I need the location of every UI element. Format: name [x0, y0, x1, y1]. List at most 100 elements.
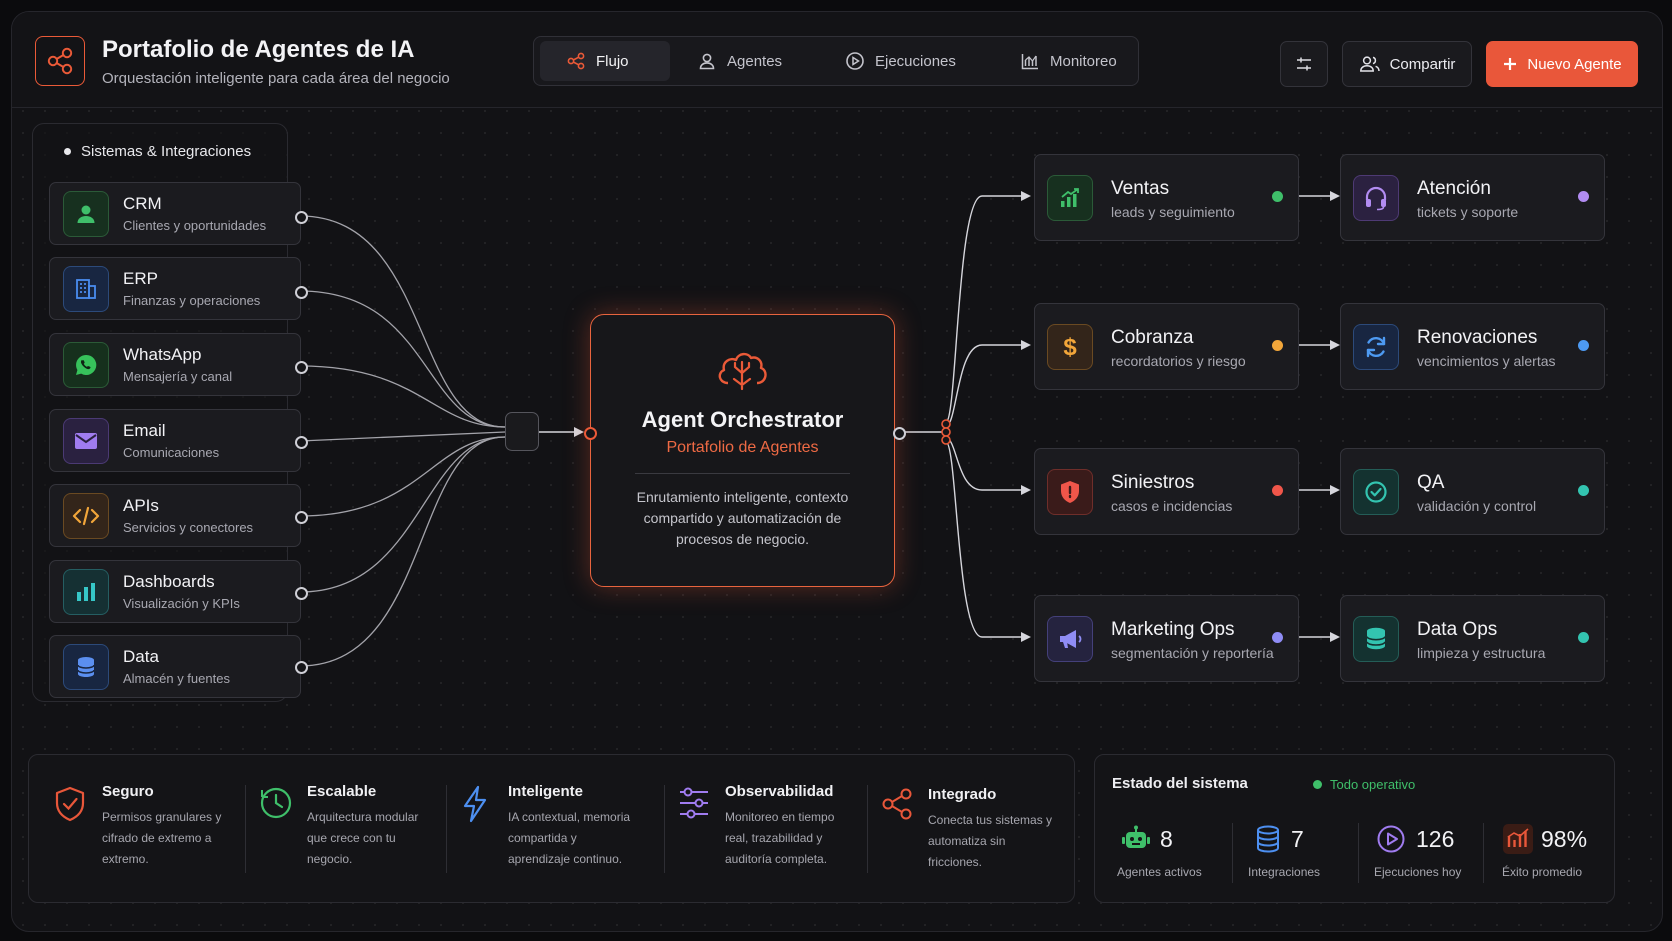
agent-card-atencion[interactable]: Atención tickets y soporte — [1340, 154, 1605, 241]
headset-icon — [1365, 186, 1387, 211]
feature-title: Integrado — [928, 786, 997, 803]
source-subtitle: Clientes y oportunidades — [123, 218, 267, 233]
agent-card-renovaciones[interactable]: Renovaciones vencimientos y alertas — [1340, 303, 1605, 390]
status-indicator — [1272, 191, 1283, 202]
agent-card-cobranza[interactable]: $ Cobranza recordatorios y riesgo — [1034, 303, 1299, 390]
divider — [1232, 823, 1233, 883]
orchestrator-card[interactable]: Agent Orchestrator Portafolio de Agentes… — [590, 314, 895, 587]
agent-subtitle: leads y seguimiento — [1111, 204, 1235, 220]
orchestrator-subtitle: Portafolio de Agentes — [666, 439, 819, 456]
agent-card-qa[interactable]: QA validación y control — [1340, 448, 1605, 535]
status-text: Todo operativo — [1330, 777, 1416, 792]
feature-title: Seguro — [102, 783, 154, 800]
agent-title: Ventas — [1111, 178, 1170, 199]
dashboards-icon-box — [63, 569, 109, 615]
atencion-icon-box — [1353, 175, 1399, 221]
agent-card-marketing-ops[interactable]: Marketing Ops segmentación y reportería — [1034, 595, 1299, 682]
divider — [1483, 823, 1484, 883]
source-subtitle: Visualización y KPIs — [123, 596, 240, 611]
database-icon — [77, 657, 95, 677]
dataops-icon-box — [1353, 616, 1399, 662]
agent-subtitle: casos e incidencias — [1111, 498, 1233, 514]
divider — [664, 785, 665, 873]
source-card-apis[interactable]: APIs Servicios y conectores — [49, 484, 301, 547]
check-circle-icon — [1365, 481, 1387, 503]
robot-icon — [1122, 825, 1150, 848]
renovaciones-icon-box — [1353, 324, 1399, 370]
play-icon — [1377, 825, 1405, 853]
source-port[interactable] — [295, 436, 308, 449]
apis-icon-box — [63, 493, 109, 539]
stat-label: Agentes activos — [1117, 865, 1202, 879]
divider — [245, 785, 246, 873]
source-port[interactable] — [295, 511, 308, 524]
agent-subtitle: validación y control — [1417, 498, 1537, 514]
bolt-icon — [463, 785, 487, 823]
code-icon — [72, 506, 100, 526]
email-icon-box — [63, 418, 109, 464]
source-title: Data — [123, 647, 159, 666]
source-card-dashboards[interactable]: Dashboards Visualización y KPIs — [49, 560, 301, 623]
orchestrator-title: Agent Orchestrator — [641, 407, 844, 432]
brain-cloud-icon — [718, 352, 767, 391]
agent-title: Atención — [1417, 178, 1491, 199]
source-card-erp[interactable]: ERP Finanzas y operaciones — [49, 257, 301, 320]
building-icon — [76, 279, 96, 299]
status-indicator — [1272, 485, 1283, 496]
share-icon — [882, 788, 912, 820]
agent-subtitle: limpieza y estructura — [1417, 645, 1546, 661]
database-icon — [1257, 825, 1279, 853]
sliders-icon — [680, 787, 708, 819]
whatsapp-icon-box — [63, 342, 109, 388]
status-indicator — [1272, 340, 1283, 351]
agent-subtitle: recordatorios y riesgo — [1111, 353, 1246, 369]
database-icon — [1366, 627, 1386, 650]
source-subtitle: Comunicaciones — [123, 445, 220, 460]
qa-icon-box — [1353, 469, 1399, 515]
source-port[interactable] — [295, 587, 308, 600]
feature-title: Observabilidad — [725, 783, 834, 800]
agent-card-siniestros[interactable]: Siniestros casos e incidencias — [1034, 448, 1299, 535]
source-card-email[interactable]: Email Comunicaciones — [49, 409, 301, 472]
agent-card-data-ops[interactable]: Data Ops limpieza y estructura — [1340, 595, 1605, 682]
source-subtitle: Almacén y fuentes — [123, 671, 230, 686]
agent-card-ventas[interactable]: Ventas leads y seguimiento — [1034, 154, 1299, 241]
agent-subtitle: tickets y soporte — [1417, 204, 1519, 220]
divider — [446, 785, 447, 873]
app-window: Portafolio de Agentes de IA Orquestación… — [11, 11, 1663, 932]
source-title: APIs — [123, 496, 159, 515]
divider — [635, 473, 850, 474]
shield-check-icon — [55, 786, 85, 822]
dollar-icon: $ — [1063, 334, 1077, 361]
agent-title: Data Ops — [1417, 619, 1498, 640]
source-card-data[interactable]: Data Almacén y fuentes — [49, 635, 301, 698]
integrations-label: Sistemas & Integraciones — [81, 143, 252, 160]
refresh-icon — [1366, 336, 1386, 358]
orchestrator-description: Enrutamiento inteligente, contexto compa… — [636, 489, 849, 547]
status-indicator — [1578, 485, 1589, 496]
stat-label: Ejecuciones hoy — [1374, 865, 1462, 879]
orchestrator-input-port[interactable] — [584, 427, 597, 440]
bar-chart-icon — [77, 583, 95, 601]
source-port[interactable] — [295, 661, 308, 674]
source-port[interactable] — [295, 211, 308, 224]
divider — [867, 785, 868, 873]
source-card-crm[interactable]: CRM Clientes y oportunidades — [49, 182, 301, 245]
feature-description: Permisos granulares y cifrado de extremo… — [102, 810, 222, 866]
source-title: CRM — [123, 194, 162, 213]
feature-description: Monitoreo en tiempo real, trazabilidad y… — [725, 810, 835, 866]
stat-label: Éxito promedio — [1502, 865, 1583, 879]
erp-icon-box — [63, 266, 109, 312]
ventas-icon-box — [1047, 175, 1093, 221]
source-port[interactable] — [295, 286, 308, 299]
agent-title: QA — [1417, 472, 1445, 493]
source-port[interactable] — [295, 361, 308, 374]
source-card-whatsapp[interactable]: WhatsApp Mensajería y canal — [49, 333, 301, 396]
source-title: ERP — [123, 269, 158, 288]
divider — [1358, 823, 1359, 883]
status-indicator — [1578, 632, 1589, 643]
bullet-icon — [64, 148, 71, 155]
orchestrator-output-port[interactable] — [893, 427, 906, 440]
status-dot — [1313, 780, 1322, 789]
status-title: Estado del sistema — [1112, 775, 1248, 792]
